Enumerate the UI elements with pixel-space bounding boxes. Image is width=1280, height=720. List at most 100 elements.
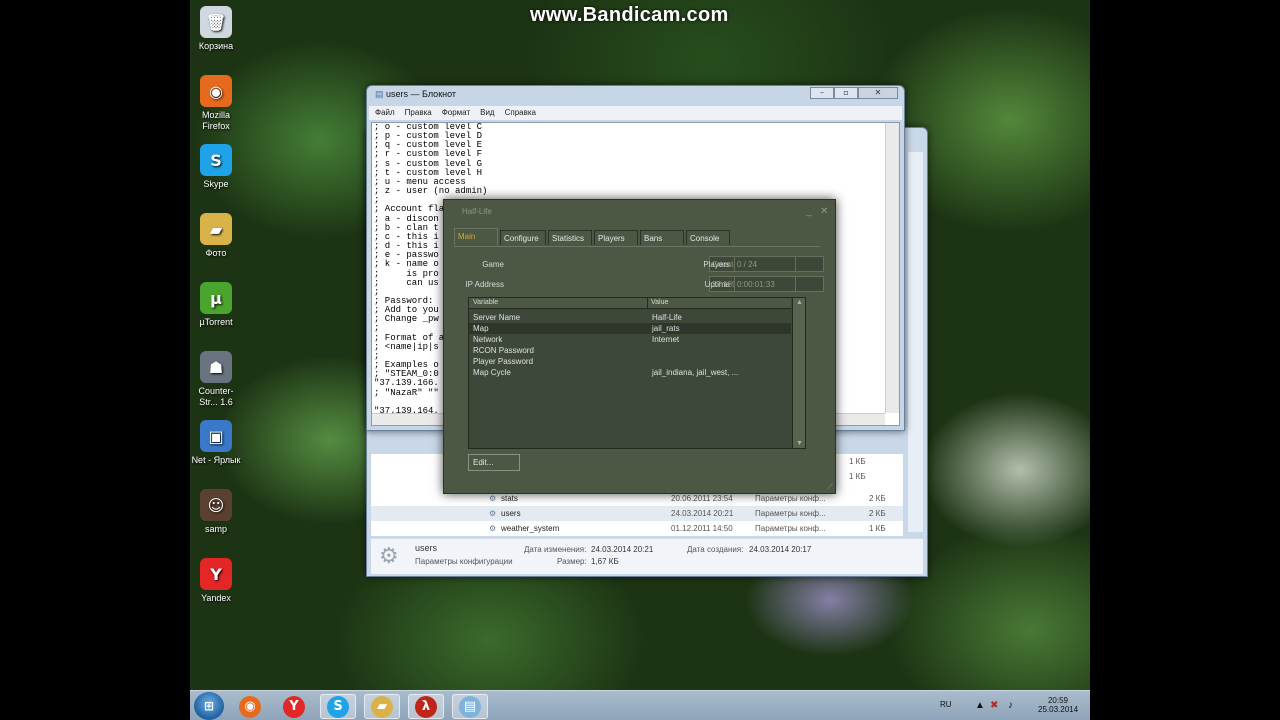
players-label: Players [703,260,730,269]
bandicam-watermark: www.Bandicam.com [530,4,729,26]
language-indicator[interactable]: RU [940,700,952,709]
hl-tabs: Main Configure Statistics Players Bans C… [454,228,732,245]
menu-file[interactable]: Файл [375,108,395,120]
taskbar-button[interactable]: ▤ [452,694,488,719]
edit-button[interactable]: Edit... [468,454,520,471]
players-field: 0 / 24 [734,256,796,272]
list-row[interactable]: Map Cycle jail_indiana, jail_west, ... [469,367,791,378]
notepad-title: users — Блокнот [386,89,457,99]
scroll-up-icon[interactable]: ▲ [796,299,803,306]
taskbar-button[interactable]: ▰ [364,694,400,719]
yandex-icon: Y [200,558,232,590]
desktop-shortcut-label: Skype [203,179,229,189]
clock[interactable]: 20:59 25.03.2014 [1038,696,1078,714]
config-file-icon: ⚙ [489,509,497,518]
desktop-shortcut[interactable]: ☺ samp [190,489,242,535]
uptime-field: 0:00:01:33 [734,276,796,292]
desktop-shortcut-label: Корзина [198,41,234,51]
taskbar: ⊞ ◉ Y S ▰ λ ▤ RU ▲ ✖ ♪ 20:59 25.03.2014 [190,690,1090,720]
config-file-icon: ⚙ [489,524,497,533]
list-row[interactable]: RCON Password [469,345,791,356]
menu-view[interactable]: Вид [480,108,494,120]
skype-icon: S [327,695,349,718]
desktop-shortcut[interactable]: Y Yandex [190,558,242,604]
config-file-large-icon: ⚙ [379,543,399,568]
taskbar-button[interactable]: λ [408,694,444,719]
desktop-shortcut-label: Фото [205,248,227,258]
notepad-menubar: Файл Правка Формат Вид Справка [369,106,902,120]
desktop-shortcut[interactable]: µ µTorrent [190,282,242,328]
taskbar-button[interactable]: Y [276,694,312,719]
minimize-button[interactable]: – [810,87,834,99]
close-icon[interactable]: ✕ [820,206,828,217]
menu-help[interactable]: Справка [505,108,536,120]
minimize-icon[interactable]: _ [806,206,812,217]
column-variable[interactable]: Variable [473,299,498,306]
list-row-selected[interactable]: Map jail_rats [469,323,791,334]
tab-main[interactable]: Main [454,228,498,245]
desktop-shortcut-label: Net - Ярлык [191,455,241,465]
tab-bans[interactable]: Bans [640,230,684,245]
taskbar-button[interactable]: ◉ [232,694,268,719]
firefox-icon: ◉ [200,75,232,107]
ip-address-label: IP Address [465,280,504,289]
notepad-icon: ▤ [375,89,387,99]
counter-strike-icon: ☗ [200,351,232,383]
desktop-shortcut-label: Counter-Str... 1.6 [198,386,234,407]
network-status-icon[interactable]: ✖ [990,700,998,711]
details-pane: ⚙ users Параметры конфигурации Дата изме… [371,538,923,574]
list-row[interactable]: Network Internet [469,334,791,345]
hl-window-title: Half-Life [462,207,492,216]
game-label: Game [482,260,504,269]
clock-time: 20:59 [1047,696,1069,705]
explorer-icon: ▰ [371,695,393,718]
resize-grip-icon[interactable]: ⟋ [827,482,833,492]
half-life-server-window[interactable]: Half-Life _ ✕ Main Configure Statistics … [443,199,836,494]
explorer-scrollbar[interactable] [907,152,923,532]
desktop-shortcut[interactable]: ▣ Net - Ярлык [190,420,242,466]
list-row[interactable]: Server Name Half-Life [469,312,791,323]
tray-expand-icon[interactable]: ▲ [975,700,985,711]
desktop-shortcut[interactable]: S Skype [190,144,242,190]
close-button[interactable]: ✕ [858,87,898,99]
volume-icon[interactable]: ♪ [1008,700,1013,711]
taskbar-button[interactable]: S [320,694,356,719]
notepad-icon: ▤ [459,695,481,718]
desktop-shortcut-label: Yandex [201,593,231,603]
menu-format[interactable]: Формат [442,108,470,120]
scroll-down-icon[interactable]: ▼ [796,440,803,447]
desktop-shortcut[interactable]: 🗑 Корзина [190,6,242,52]
network-icon: ▣ [200,420,232,452]
clock-date: 25.03.2014 [1038,705,1079,714]
desktop-shortcut[interactable]: ☗ Counter-Str... 1.6 [190,351,242,408]
desktop-shortcut-label: Mozilla Firefox [201,110,230,131]
file-row-users[interactable]: ⚙ users 24.03.2014 20:21 Параметры конф.… [371,506,903,521]
list-scrollbar[interactable]: ▲ ▼ [792,298,805,448]
maximize-button[interactable]: ▫ [834,87,858,99]
tab-statistics[interactable]: Statistics [548,230,592,245]
list-row[interactable]: Player Password [469,356,791,367]
column-value[interactable]: Value [651,299,668,306]
notepad-vertical-scrollbar[interactable] [885,123,899,413]
recycle-bin-icon: 🗑 [200,6,232,38]
desktop-shortcut-label: samp [204,524,227,534]
desktop-shortcut[interactable]: ▰ Фото [190,213,242,259]
skype-icon: S [200,144,232,176]
half-life-icon: λ [415,695,437,718]
tab-players[interactable]: Players [594,230,638,245]
server-variables-list[interactable]: Variable Value Server Name Half-Life Map j… [468,297,806,449]
samp-icon: ☺ [200,489,232,521]
desktop: www.Bandicam.com 🗑 Корзина ◉ Mozilla Firefo… [190,0,1090,720]
screen: www.Bandicam.com 🗑 Корзина ◉ Mozilla Firefo… [0,0,1280,720]
config-file-icon: ⚙ [489,494,497,503]
yandex-icon: Y [283,695,305,718]
menu-edit[interactable]: Правка [405,108,432,120]
tab-console[interactable]: Console [686,230,730,245]
file-row-weather-system[interactable]: ⚙ weather_system 01.12.2011 14:50 Параме… [371,521,903,536]
start-button[interactable]: ⊞ [194,692,224,720]
desktop-shortcut-label: µTorrent [199,317,233,327]
firefox-icon: ◉ [239,695,261,718]
desktop-shortcut[interactable]: ◉ Mozilla Firefox [190,75,242,132]
uptime-label: Uptime [704,280,730,289]
tab-configure[interactable]: Configure [500,230,546,245]
